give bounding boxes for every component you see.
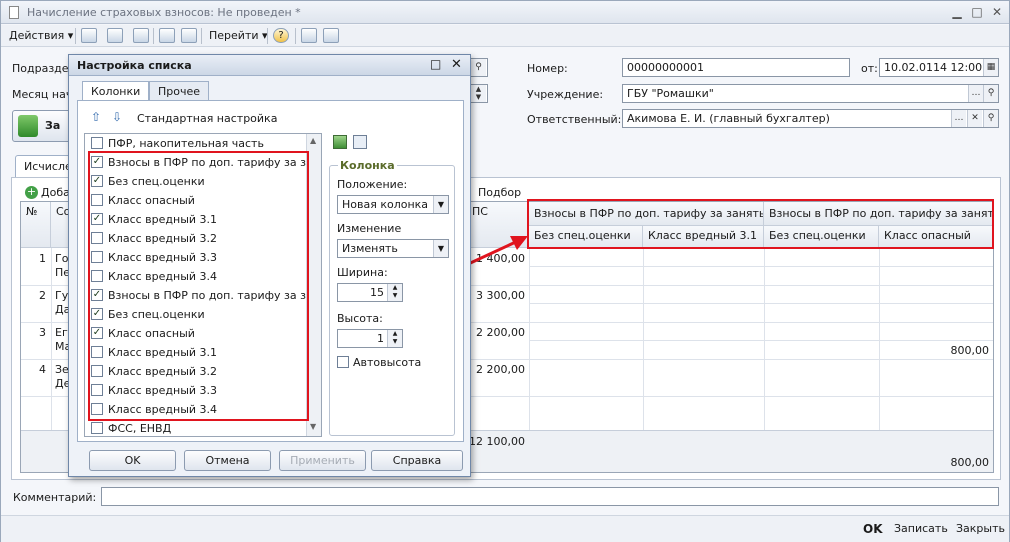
list-settings-dialog: Настройка списка □ ✕ Колонки Прочее ⇧ ⇩ … [68, 54, 471, 477]
tab-other[interactable]: Прочее [149, 81, 210, 100]
column-label: ФСС, ЕНВД [108, 422, 172, 435]
height-field[interactable]: 1 ▲ ▼ [337, 329, 403, 348]
check-all-icon[interactable] [333, 135, 347, 149]
position-select[interactable]: Новая колонка ▼ [337, 195, 449, 214]
autoheight-checkbox[interactable] [337, 356, 349, 368]
dropdown-arrow-icon: ▼ [433, 196, 448, 213]
dialog-ok-button[interactable]: OK [89, 450, 176, 471]
move-down-icon[interactable]: ⇩ [112, 110, 122, 124]
dialog-title-bar: Настройка списка □ ✕ [69, 55, 470, 76]
width-label: Ширина: [337, 266, 388, 279]
column-label: ПФР, накопительная часть [108, 137, 264, 150]
width-value: 15 [370, 286, 384, 299]
dialog-title: Настройка списка [77, 59, 192, 72]
scroll-down-icon[interactable]: ▼ [310, 422, 316, 431]
dialog-cancel-button[interactable]: Отмена [184, 450, 271, 471]
height-label: Высота: [337, 312, 383, 325]
dialog-close-icon[interactable]: ✕ [451, 57, 462, 72]
tab-columns[interactable]: Колонки [82, 81, 150, 101]
dropdown-arrow-icon: ▼ [433, 240, 448, 257]
dialog-maximize-icon[interactable]: □ [430, 57, 441, 71]
spin-icon[interactable]: ▲ ▼ [387, 330, 402, 347]
resize-value: Изменять [342, 242, 398, 255]
position-label: Положение: [337, 178, 408, 191]
column-checkbox[interactable] [91, 422, 103, 434]
spin-icon[interactable]: ▲ ▼ [387, 284, 402, 301]
height-value: 1 [377, 332, 384, 345]
column-group-title: Колонка [338, 159, 397, 172]
annotation-box-columns [88, 151, 309, 421]
width-field[interactable]: 15 ▲ ▼ [337, 283, 403, 302]
resize-select[interactable]: Изменять ▼ [337, 239, 449, 258]
tab-columns-label: Колонки [91, 85, 141, 98]
standard-settings-link[interactable]: Стандартная настройка [137, 112, 277, 125]
tab-other-label: Прочее [158, 85, 201, 98]
dialog-help-button[interactable]: Справка [371, 450, 463, 471]
uncheck-all-icon[interactable] [353, 135, 367, 149]
position-value: Новая колонка [342, 198, 429, 211]
column-group: Колонка Положение: Новая колонка ▼ Измене… [329, 159, 455, 436]
dialog-apply-button[interactable]: Применить [279, 450, 366, 471]
column-checkbox[interactable] [91, 137, 103, 149]
autoheight-label: Автовысота [353, 356, 422, 369]
move-up-icon[interactable]: ⇧ [91, 110, 101, 124]
scroll-up-icon[interactable]: ▲ [310, 136, 316, 145]
